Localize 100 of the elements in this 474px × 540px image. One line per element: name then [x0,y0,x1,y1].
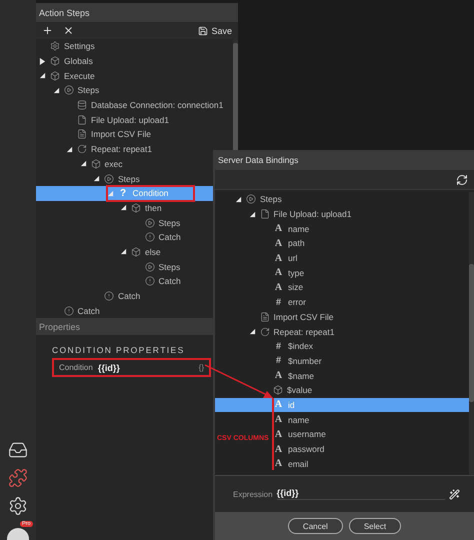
tree-item[interactable]: Catch [134,274,181,289]
tree-item[interactable]: $value [262,382,312,398]
save-button[interactable]: Save [198,26,232,36]
tree-item[interactable]: A $name [262,368,314,383]
alert-circle-icon [64,306,74,316]
expanded-arrow-icon[interactable] [80,160,86,168]
tree-item[interactable]: # error [262,294,306,310]
tree-item-label: File Upload: upload1 [274,209,352,220]
condition-field[interactable]: Condition {{id}} {} [52,358,211,378]
expanded-arrow-icon[interactable] [248,210,256,218]
tree-item[interactable]: Execute [39,68,95,84]
expanded-arrow-icon[interactable] [39,72,46,80]
tree-item-label: Steps [78,85,100,96]
tree-item-label: Database Connection: connection1 [91,100,224,110]
tree-item-label: url [288,253,298,264]
tree-item[interactable]: A type [262,265,304,280]
type-glyph-icon: A [273,370,284,382]
cube-icon [131,202,141,213]
database-icon [77,100,87,110]
tree-item[interactable]: Catch [52,303,100,318]
tree-item-label: Globals [64,56,93,66]
tree-item-label: $number [288,356,322,366]
tree-item-label: Repeat: repeat1 [274,326,334,337]
expanded-arrow-icon[interactable] [93,175,100,182]
tree-item[interactable]: A path [262,236,305,251]
cancel-button[interactable]: Cancel [288,518,343,534]
tree-item[interactable]: A email [262,456,308,472]
annotation-arrow [204,364,273,398]
close-icon[interactable] [63,25,74,36]
tree-item-label: $index [288,341,314,352]
tree-item[interactable]: Globals [39,54,93,68]
tree-item-label: Catch [158,232,181,242]
tree-item[interactable]: then [120,200,162,216]
tree-item-label: Condition [132,188,168,198]
file-icon [260,209,270,220]
scrollbar[interactable] [469,192,474,475]
tree-item[interactable]: Steps [52,83,100,98]
puzzle-icon[interactable] [8,468,28,488]
magic-wand-icon[interactable] [449,488,460,500]
settings-icon[interactable] [8,496,28,516]
type-glyph-icon: ? [118,188,128,199]
tree-item-label: else [145,246,161,257]
tree-item-label: email [288,458,308,469]
type-glyph-icon: # [273,340,284,352]
refresh-icon[interactable] [456,174,468,186]
expanded-arrow-icon[interactable] [120,204,127,212]
tree-item[interactable]: A url [262,250,298,266]
tree-item[interactable]: # $number [262,354,322,368]
tree-item[interactable]: File Upload: upload1 [66,112,169,128]
cube-icon [50,70,60,81]
tree-item-label: Import CSV File [274,312,334,322]
tree-item[interactable]: Catch [93,288,140,304]
tree-item[interactable]: A name [262,221,310,236]
tree-item[interactable]: Database Connection: connection1 [66,98,224,112]
tree-item[interactable]: Steps [134,215,180,230]
collapsed-arrow-icon[interactable] [39,58,46,65]
tree-item[interactable]: Steps [134,259,180,274]
add-icon[interactable] [42,25,53,36]
tree-item[interactable]: File Upload: upload1 [248,206,352,222]
tree-item-label: Steps [118,174,140,184]
tree-item-label: name [288,224,310,234]
tree-item[interactable]: Steps [93,171,140,186]
tree-item-label: Settings [64,41,95,52]
tree-item-label: then [145,202,162,213]
tree-item-label: $value [287,385,312,396]
tree-item[interactable]: A size [262,280,304,295]
tree-item[interactable]: # $index [262,338,314,354]
expression-field[interactable]: Expression {{id}} [215,475,474,512]
tree-item[interactable]: Settings [39,39,95,54]
tree-item[interactable]: A password [262,442,324,456]
tree-item-label: name [288,414,310,425]
expanded-arrow-icon[interactable] [235,196,242,203]
cube-icon [273,385,283,396]
tree-item[interactable]: Import CSV File [66,127,151,142]
tree-item[interactable]: Repeat: repeat1 [66,142,152,156]
select-button[interactable]: Select [348,518,402,534]
expanded-arrow-icon[interactable] [120,248,127,256]
type-glyph-icon: # [273,355,284,366]
expanded-arrow-icon[interactable] [248,328,256,336]
play-circle-icon [144,262,154,272]
tree-item[interactable]: Repeat: repeat1 [248,324,334,339]
play-circle-icon [104,174,114,184]
dialog-title: Server Data Bindings [215,150,474,170]
tree-item-label: error [288,297,306,308]
cube-icon [50,56,60,66]
type-glyph-icon: A [273,238,284,249]
expanded-arrow-icon[interactable] [52,86,60,94]
tree-item-label: Execute [64,70,95,81]
expanded-arrow-icon[interactable] [66,146,73,153]
alert-circle-icon [104,291,114,302]
alert-circle-icon [144,232,154,242]
tree-item[interactable]: Import CSV File [248,310,334,324]
tree-item[interactable]: Steps [235,192,282,207]
inbox-icon[interactable] [8,440,28,460]
tree-item[interactable]: A name [262,412,310,427]
tree-item[interactable]: else [120,244,161,260]
tree-item[interactable]: Catch [134,230,181,245]
tree-item[interactable]: exec [80,156,122,172]
type-glyph-icon: A [273,428,284,440]
tree-item-label: $name [288,370,314,381]
